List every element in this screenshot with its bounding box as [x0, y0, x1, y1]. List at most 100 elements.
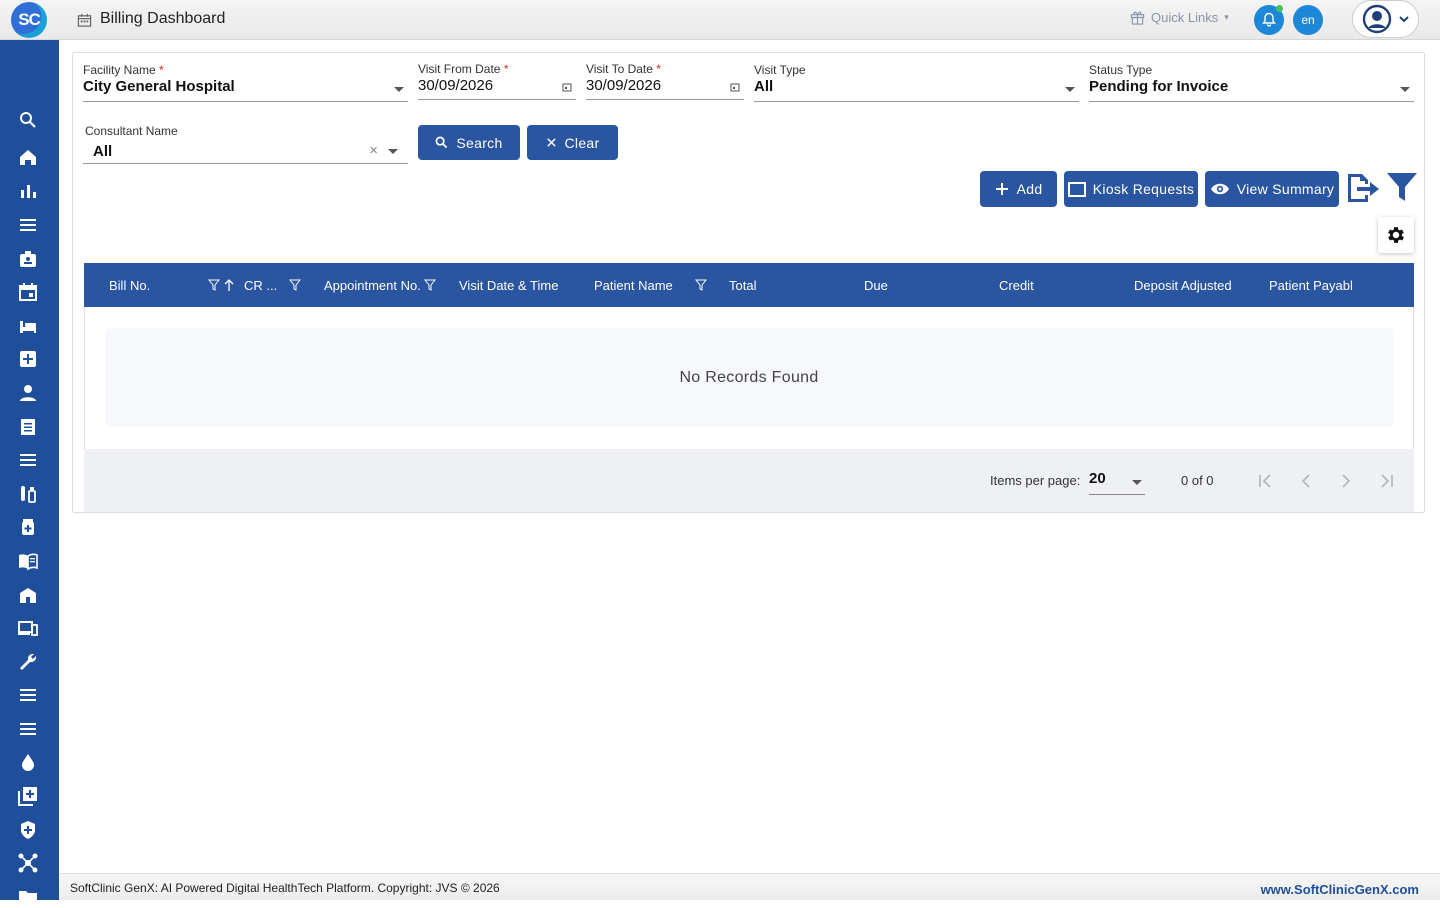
sidebar-item-list[interactable] [17, 684, 39, 706]
dropdown-arrow-icon [1132, 480, 1142, 485]
devices-icon [18, 621, 38, 636]
calendar-icon[interactable] [730, 82, 740, 92]
list-icon [20, 454, 36, 466]
column-header-appointment-no[interactable]: Appointment No. [324, 278, 421, 293]
sidebar-item-medical-plus[interactable] [17, 348, 39, 370]
status-type-select[interactable]: Status Type Pending for Invoice [1089, 63, 1414, 102]
sidebar-item-calendar[interactable] [17, 281, 39, 303]
add-box-icon [18, 787, 37, 806]
sidebar [0, 40, 59, 905]
sidebar-item-shield[interactable] [17, 819, 39, 841]
sidebar-item-id-badge[interactable] [17, 248, 39, 270]
last-page-icon [1381, 474, 1393, 488]
column-header-bill-no[interactable]: Bill No. [109, 278, 150, 293]
column-header-patient-payable[interactable]: Patient Payabl [1269, 278, 1353, 293]
clear-button[interactable]: Clear [527, 125, 618, 160]
view-summary-button[interactable]: View Summary [1205, 171, 1339, 207]
calendar-icon[interactable] [562, 82, 572, 92]
consultant-name-value: All [93, 143, 113, 160]
empty-state-message: No Records Found [105, 328, 1393, 427]
list-icon [20, 723, 36, 735]
column-header-cr[interactable]: CR ... [244, 278, 277, 293]
add-button-label: Add [1016, 181, 1043, 197]
next-page-button[interactable] [1334, 469, 1358, 493]
visit-type-select[interactable]: Visit Type All [754, 63, 1079, 102]
sidebar-item-book[interactable] [17, 550, 39, 572]
dropdown-arrow-icon [1065, 87, 1075, 92]
sidebar-item-network[interactable] [17, 852, 39, 874]
status-type-value: Pending for Invoice [1089, 78, 1229, 95]
column-header-visit-date-time[interactable]: Visit Date & Time [459, 278, 558, 293]
sidebar-item-blood-drop[interactable] [17, 751, 39, 773]
kiosk-requests-button[interactable]: Kiosk Requests [1064, 171, 1198, 207]
app-logo[interactable]: SC [11, 2, 47, 38]
quick-links-label: Quick Links [1151, 10, 1219, 25]
facility-name-label: Facility Name [83, 63, 156, 77]
chevron-right-icon [1342, 474, 1351, 488]
first-page-button[interactable] [1254, 469, 1278, 493]
sidebar-item-receipt[interactable] [17, 416, 39, 438]
home-icon [20, 150, 36, 165]
visit-to-date-label: Visit To Date [586, 62, 653, 76]
sidebar-item-list[interactable] [17, 449, 39, 471]
network-icon [18, 853, 38, 873]
filter-icon[interactable] [1386, 171, 1418, 203]
sidebar-item-bed[interactable] [17, 315, 39, 337]
sidebar-item-folder[interactable] [17, 886, 39, 908]
sidebar-item-lab-vials[interactable] [17, 483, 39, 505]
sidebar-item-hospital[interactable] [17, 584, 39, 606]
column-header-deposit-adjusted[interactable]: Deposit Adjusted [1134, 278, 1232, 293]
lab-vials-icon [21, 486, 36, 503]
column-filter-icon[interactable] [208, 279, 220, 291]
facility-name-select[interactable]: Facility Name * City General Hospital [83, 63, 408, 102]
medicine-icon [22, 519, 34, 535]
sidebar-item-list[interactable] [17, 718, 39, 740]
last-page-button[interactable] [1374, 469, 1398, 493]
search-icon [435, 136, 448, 149]
website-link[interactable]: www.SoftClinicGenX.com [1261, 882, 1419, 897]
add-button[interactable]: Add [980, 171, 1057, 207]
previous-page-button[interactable] [1294, 469, 1318, 493]
receipt-icon [21, 419, 35, 435]
sidebar-item-home[interactable] [17, 146, 39, 168]
dropdown-arrow-icon [394, 87, 404, 92]
column-header-total[interactable]: Total [729, 278, 756, 293]
sidebar-item-medicine[interactable] [17, 516, 39, 538]
copyright-text: SoftClinic GenX: AI Powered Digital Heal… [70, 881, 500, 895]
column-settings-button[interactable] [1378, 217, 1414, 253]
sort-arrow-up-icon[interactable] [224, 279, 234, 291]
quick-links-menu[interactable]: Quick Links ▾ [1130, 10, 1229, 25]
export-icon[interactable] [1345, 172, 1381, 204]
items-per-page-select[interactable]: 20 [1089, 470, 1145, 495]
sidebar-item-devices[interactable] [17, 617, 39, 639]
person-icon [20, 385, 36, 401]
language-button[interactable]: en [1293, 5, 1323, 35]
column-header-patient-name[interactable]: Patient Name [594, 278, 673, 293]
sidebar-item-person[interactable] [17, 382, 39, 404]
required-marker: * [656, 62, 661, 76]
sidebar-item-add-box[interactable] [17, 785, 39, 807]
consultant-name-select[interactable]: Consultant Name All × [83, 124, 408, 164]
bell-icon [1262, 12, 1276, 27]
column-filter-icon[interactable] [695, 279, 707, 291]
sidebar-item-bar-chart[interactable] [17, 180, 39, 202]
sidebar-item-wrench[interactable] [17, 651, 39, 673]
sidebar-item-menu[interactable] [17, 214, 39, 236]
first-page-icon [1259, 474, 1271, 488]
hospital-icon [20, 588, 36, 603]
visit-from-date-field[interactable]: Visit From Date * 30/09/2026 [418, 62, 576, 100]
search-button[interactable]: Search [418, 125, 520, 160]
visit-to-date-field[interactable]: Visit To Date * 30/09/2026 [586, 62, 744, 100]
clear-selection-icon[interactable]: × [369, 142, 378, 159]
eye-icon [1210, 183, 1229, 195]
table-body: No Records Found [84, 307, 1414, 449]
menu-icon [20, 219, 36, 231]
chevron-down-icon [1398, 16, 1409, 23]
column-header-due[interactable]: Due [864, 278, 888, 293]
column-filter-icon[interactable] [289, 279, 301, 291]
column-filter-icon[interactable] [424, 279, 436, 291]
user-profile-button[interactable] [1352, 0, 1419, 38]
column-header-credit[interactable]: Credit [999, 278, 1034, 293]
sidebar-item-search[interactable] [17, 109, 39, 131]
chevron-left-icon [1301, 474, 1310, 488]
